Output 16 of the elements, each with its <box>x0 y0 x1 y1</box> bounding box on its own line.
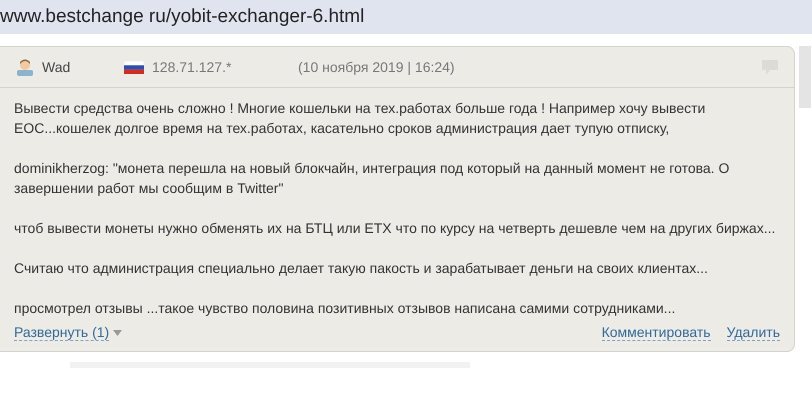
side-panel <box>799 46 811 108</box>
review-paragraph: dominikherzog: "монета перешла на новый блокчайн, интеграция под который на данный момент не готова. О завершении работ мы сообщим в Twitter" <box>14 159 730 198</box>
action-link[interactable]: Комментировать <box>602 324 711 341</box>
author-name: Wad <box>42 59 72 75</box>
url-text: www.bestchange ru/yobit-exchanger-6.html <box>0 6 364 28</box>
review-paragraph: чтоб вывести монеты нужно обменять их на БТЦ или ЕТХ что по курсу на четверть дешевле чем на других биржах... <box>14 219 776 238</box>
flag-icon <box>124 60 144 74</box>
action-link[interactable]: Удалить <box>726 324 780 341</box>
review-date: (10 ноября 2019 | 16:24) <box>298 59 456 75</box>
review-paragraph: просмотрел отзывы ...такое чувство половина позитивных отзывов написана самими сотрудниками... <box>14 299 676 318</box>
user-icon <box>16 58 34 76</box>
expand-link[interactable]: Развернуть (1) <box>14 324 110 341</box>
ip-address: 128.71.127.* <box>152 59 232 75</box>
caret-icon <box>113 330 122 336</box>
review-paragraph: Считаю что администрация специально делает такую пакость и зарабатывает деньги на своих клиентах... <box>14 259 709 278</box>
review-paragraph: Вывести средства очень сложно ! Многие кошельки на тех.работах больше года ! Например хочу вывести ЕОС...кошелек долгое время на тех.работах, касательно сроков администрация дает тупую отписку, <box>14 99 706 138</box>
